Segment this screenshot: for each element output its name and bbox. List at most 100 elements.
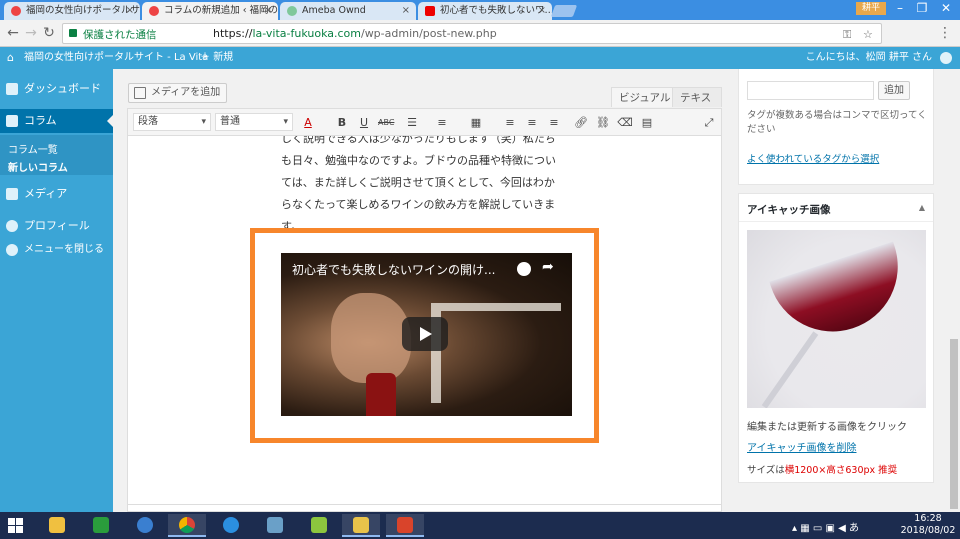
editor-toolbar: 段落 普通 A B U ABC ☰ ≡ ▦ ≡ ≡ ≡ 🔗︎ ⛓︎ ⌫ ▤ ⤢ [127, 108, 722, 136]
featured-image-caption: 編集または更新する画像をクリック [747, 422, 907, 433]
menu-icon[interactable]: ⋮ [936, 24, 954, 42]
system-tray[interactable]: ▴ ▦ ▭ ▣ ◀︎ あ [792, 519, 859, 534]
heart-icon [11, 6, 21, 16]
windows-start-icon[interactable] [8, 518, 23, 533]
size-recommendation: サイズは横1200×高さ630px 推奨 [747, 465, 898, 476]
address-bar[interactable]: 保護された通信 https://la-vita-fukuoka.com/wp-a… [62, 23, 882, 44]
reload-icon[interactable]: ↻ [40, 24, 58, 42]
featured-image-title: アイキャッチ画像 [747, 204, 831, 216]
close-icon[interactable]: × [402, 2, 410, 20]
tab-youtube[interactable]: 初心者でも失敗しないワ… × [418, 2, 552, 20]
star-icon[interactable]: ☆ [863, 28, 873, 41]
add-media-button[interactable]: メディアを追加 [128, 83, 228, 103]
ime-indicator[interactable]: あ [849, 523, 859, 534]
back-icon[interactable]: ← [4, 24, 22, 42]
right-sidebar: 追加 タグが複数ある場合はコンマで区切ってください よく使われているタグから選択… [738, 69, 934, 512]
site-name-link[interactable]: 福岡の女性向けポータルサイト - La Vita [24, 47, 208, 69]
sidebar-item-profile[interactable]: プロフィール [0, 214, 113, 238]
wp-admin-bar: ⌂ 福岡の女性向けポータルサイト - La Vita ＋ 新規 こんにちは、松岡… [0, 47, 960, 69]
unlink-icon[interactable]: ⛓︎ [595, 115, 611, 131]
tab-visual[interactable]: ビジュアル [611, 87, 679, 107]
windows-taskbar: ▴ ▦ ▭ ▣ ◀︎ あ 16:28 2018/08/02 [0, 512, 960, 539]
font-size-select[interactable]: 普通 [215, 113, 293, 131]
tag-hint: タグが複数ある場合はコンマで区切ってください [747, 110, 927, 135]
presentation-app-icon[interactable] [342, 514, 380, 537]
key-icon[interactable]: ⚿ [843, 28, 851, 42]
file-explorer-icon[interactable] [38, 514, 76, 537]
sidebar-collapse[interactable]: メニューを閉じる [0, 238, 113, 262]
chrome-icon[interactable] [168, 514, 206, 537]
featured-image-thumbnail[interactable] [747, 230, 926, 408]
taskbar-clock[interactable]: 16:28 2018/08/02 [900, 513, 956, 537]
collapse-toggle-icon[interactable]: ▲ [919, 203, 925, 212]
wine-glass-image [769, 241, 915, 349]
link-icon[interactable]: 🔗︎ [573, 115, 589, 131]
howdy-user[interactable]: こんにちは、松岡 耕平 さん [806, 47, 932, 69]
store-icon[interactable] [82, 514, 120, 537]
sidebar-item-dashboard[interactable]: ダッシュボード [0, 77, 113, 101]
user-icon [6, 220, 18, 232]
restore-icon[interactable]: ❐ [910, 0, 934, 18]
user-icon[interactable] [940, 52, 952, 64]
dashboard-icon [6, 83, 18, 95]
popular-tags-link[interactable]: よく使われているタグから選択 [747, 153, 927, 167]
tag-input[interactable] [747, 81, 874, 100]
sidebar-item-media[interactable]: メディア [0, 182, 113, 206]
sticky-notes-icon[interactable] [300, 514, 338, 537]
fullscreen-icon[interactable]: ⤢ [701, 115, 717, 131]
bullet-list-icon[interactable]: ☰ [404, 115, 420, 131]
show-hidden-icon[interactable]: ▴ [792, 523, 797, 534]
mail-icon[interactable] [126, 514, 164, 537]
align-left-icon[interactable]: ≡ [502, 115, 518, 131]
featured-image-box: アイキャッチ画像 ▲ 編集または更新する画像をクリック アイキャッチ画像を削除 … [738, 193, 934, 483]
strikethrough-icon[interactable]: ABC [378, 115, 394, 131]
sidebar-item-column[interactable]: コラム [0, 109, 113, 133]
tab-la-vita[interactable]: 福岡の女性向けポータルサ… × [4, 2, 140, 20]
align-center-icon[interactable]: ≡ [524, 115, 540, 131]
volume-icon[interactable]: ◀︎ [838, 523, 846, 534]
remove-featured-image-link[interactable]: アイキャッチ画像を削除 [747, 439, 857, 454]
internet-explorer-icon[interactable] [212, 514, 250, 537]
network-icon[interactable]: ▦ [800, 523, 809, 534]
page-scrollbar[interactable] [948, 69, 960, 512]
tag-add-button[interactable]: 追加 [878, 81, 910, 100]
chat-icon[interactable]: ▣ [826, 523, 835, 534]
close-icon[interactable]: × [538, 2, 546, 20]
profile-badge[interactable]: 耕平 [856, 2, 886, 15]
browser-toolbar: ← → ↻ 保護された通信 https://la-vita-fukuoka.co… [0, 20, 960, 47]
submenu-new-column[interactable]: 新しいコラム [8, 159, 68, 174]
tab-new-column[interactable]: コラムの新規追加 ‹ 福岡の… × [142, 2, 278, 20]
tags-box: 追加 タグが複数ある場合はコンマで区切ってください よく使われているタグから選択 [738, 69, 934, 185]
photos-icon[interactable] [256, 514, 294, 537]
tab-text[interactable]: テキスト [672, 87, 722, 124]
heart-icon [149, 6, 159, 16]
eraser-icon[interactable]: ⌫ [617, 115, 633, 131]
monitor-icon[interactable]: ▭ [813, 523, 822, 534]
close-icon[interactable]: × [264, 2, 272, 20]
close-icon[interactable]: × [126, 2, 134, 20]
submenu-column-list[interactable]: コラム一覧 [8, 141, 58, 156]
close-window-icon[interactable]: ✕ [934, 0, 958, 18]
plus-icon: ＋ [200, 52, 214, 63]
format-select[interactable]: 段落 [133, 113, 211, 131]
url-text[interactable]: https://la-vita-fukuoka.com/wp-admin/pos… [213, 27, 497, 40]
bold-icon[interactable]: B [334, 115, 350, 131]
new-tab-button[interactable] [550, 5, 578, 17]
new-content-link[interactable]: ＋ 新規 [200, 47, 233, 69]
tab-ameba-ownd[interactable]: Ameba Ownd × [280, 2, 416, 20]
browser-tabstrip: 福岡の女性向けポータルサ… × コラムの新規追加 ‹ 福岡の… × Ameba … [0, 0, 960, 20]
align-right-icon[interactable]: ≡ [546, 115, 562, 131]
media-icon [6, 188, 18, 200]
collapse-icon [6, 244, 18, 256]
paste-icon[interactable]: ▤ [639, 115, 655, 131]
numbered-list-icon[interactable]: ≡ [434, 115, 450, 131]
text-color-icon[interactable]: A [300, 115, 316, 131]
table-icon[interactable]: ▦ [468, 115, 484, 131]
column-submenu: コラム一覧 新しいコラム [0, 135, 113, 175]
secure-label: 保護された通信 [83, 29, 157, 41]
underline-icon[interactable]: U [356, 115, 372, 131]
forward-icon[interactable]: → [22, 24, 40, 42]
minimize-icon[interactable]: – [888, 0, 912, 18]
red-app-icon[interactable] [386, 514, 424, 537]
home-icon[interactable]: ⌂ [7, 47, 14, 69]
